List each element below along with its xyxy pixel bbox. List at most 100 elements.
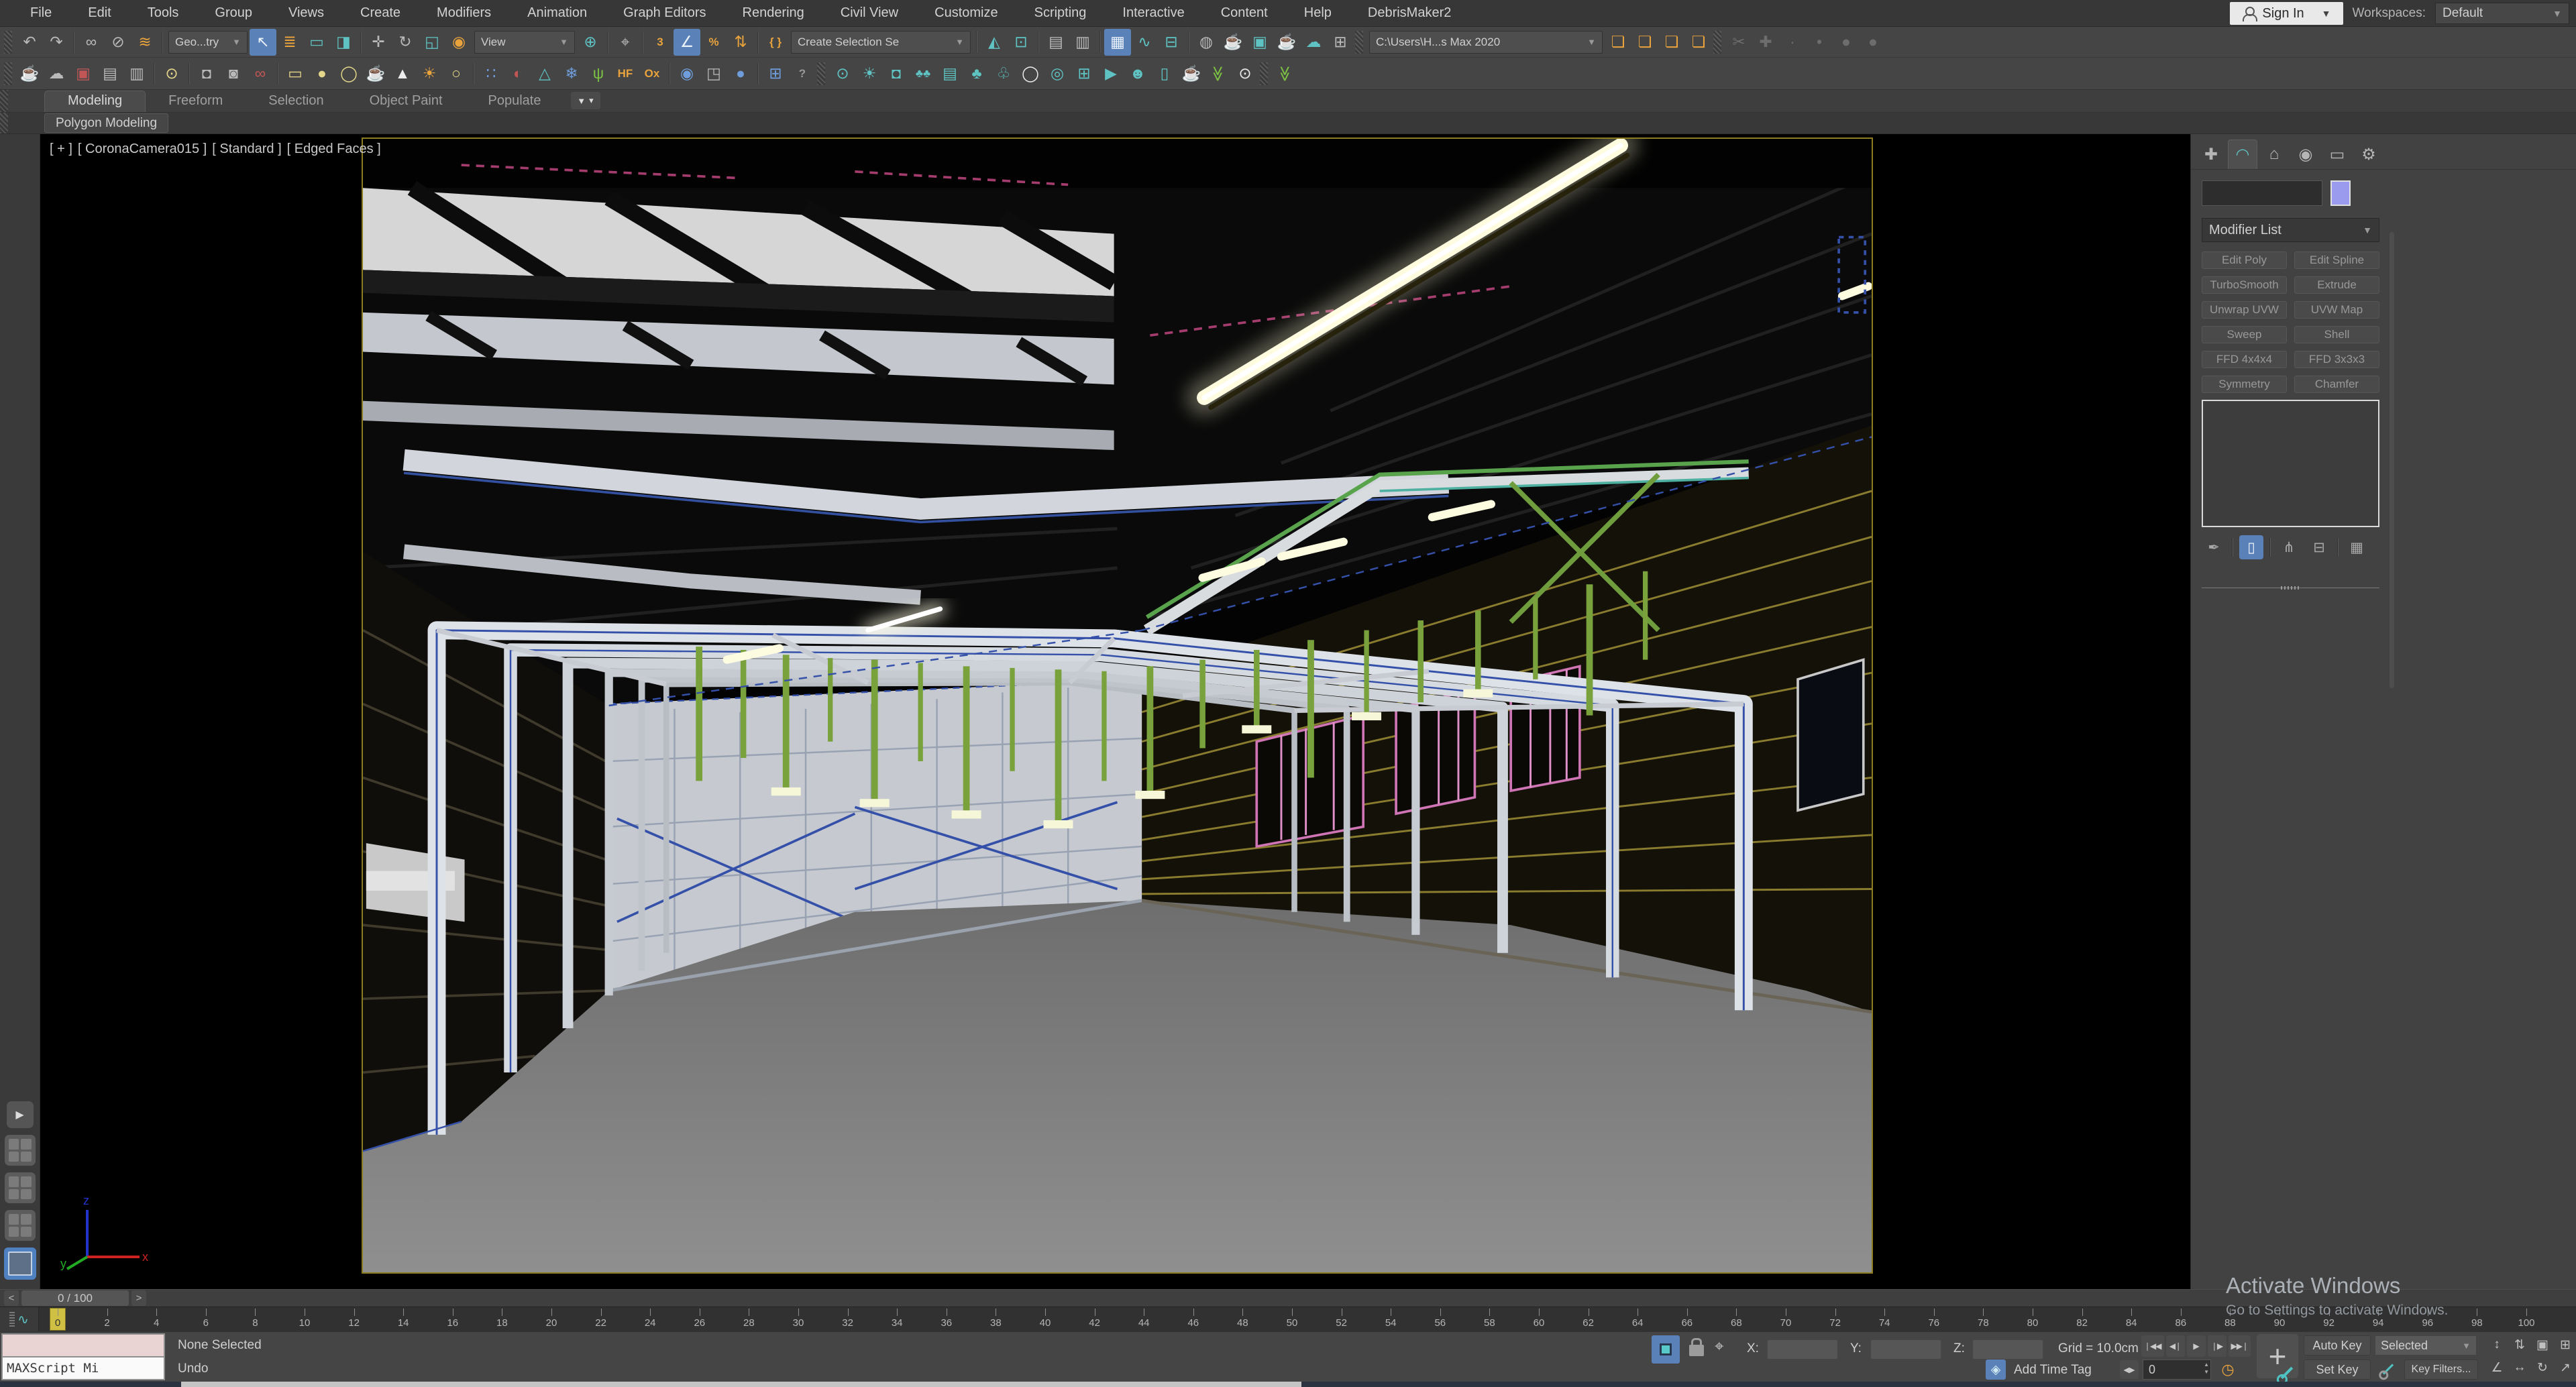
new-key-default-in-tangent-icon[interactable]	[2375, 1360, 2398, 1379]
tab-utilities[interactable]: ⚙	[2354, 140, 2383, 169]
current-frame-field[interactable]: 0 ▲ ▼	[2143, 1360, 2211, 1380]
play-button[interactable]: ▶	[2186, 1335, 2206, 1357]
modifier-button-extrude[interactable]: Extrude	[2294, 276, 2379, 294]
viewport-scene[interactable]	[363, 139, 1872, 1272]
render-setup-icon[interactable]: ☕	[1220, 29, 1246, 56]
select-and-place-icon[interactable]: ◉	[445, 29, 472, 56]
show-end-result-icon[interactable]: ▯	[2239, 535, 2263, 559]
menu-modifiers[interactable]: Modifiers	[419, 0, 509, 26]
toggle-scene-explorer-icon[interactable]: ▤	[1042, 29, 1069, 56]
select-by-name-icon[interactable]: ≣	[276, 29, 303, 56]
select-and-rotate-icon[interactable]: ↻	[392, 29, 419, 56]
zoom-all-icon[interactable]: ⇅	[2509, 1334, 2530, 1355]
expand-layout-tabs-button[interactable]: ▶	[6, 1101, 34, 1128]
toggle-ribbon-icon[interactable]: ▦	[1104, 28, 1131, 56]
align-icon[interactable]: ⊡	[1008, 29, 1034, 56]
people-add-icon[interactable]: ☻	[1124, 60, 1151, 87]
edit-named-selection-sets-icon[interactable]: { }	[762, 29, 789, 56]
time-slider-next-button[interactable]: >	[131, 1290, 146, 1306]
corona-sun-icon[interactable]: ☀	[416, 60, 443, 87]
toolbar-dock-handle[interactable]	[1355, 30, 1363, 54]
isolate-selection-toggle[interactable]	[1652, 1335, 1680, 1364]
next-frame-button[interactable]: ❘▶	[2207, 1335, 2226, 1357]
select-and-manipulate-icon[interactable]: ⌖	[612, 29, 639, 56]
toggle-layer-explorer-icon[interactable]: ▥	[1069, 29, 1096, 56]
ribbon-overflow-button[interactable]: ▼ ▾	[570, 92, 600, 109]
corona-rect-light-icon[interactable]: ▭	[282, 60, 309, 87]
key-mode-toggle[interactable]: ◀▶	[2120, 1360, 2139, 1379]
corona-displace-icon[interactable]: △	[531, 60, 558, 87]
material-picker-icon[interactable]: ◳	[700, 60, 727, 87]
add-time-tag-label[interactable]: Add Time Tag	[2014, 1363, 2092, 1378]
brush-size-3-icon[interactable]: ●	[1833, 29, 1860, 56]
layout-2x2-preset-3[interactable]	[4, 1210, 36, 1241]
time-configuration-icon[interactable]: ◷	[2216, 1360, 2239, 1380]
sign-in-button[interactable]: Sign In ▼	[2230, 2, 2343, 25]
modifier-button-ffd-3x3x3[interactable]: FFD 3x3x3	[2294, 351, 2379, 368]
time-slider-prev-button[interactable]: <	[4, 1290, 19, 1306]
corona-dialog-a-icon[interactable]: ▤	[97, 60, 123, 87]
object-color-swatch[interactable]	[2330, 180, 2351, 206]
render-in-cloud-icon[interactable]: ☁	[1300, 29, 1327, 56]
selection-set-dropdown[interactable]: Selected ▼	[2375, 1335, 2477, 1355]
panel-phone-icon[interactable]: ▯	[1151, 60, 1178, 87]
polygon-modeling-panel-button[interactable]: Polygon Modeling	[44, 113, 169, 133]
zoom-extents-all-icon[interactable]: ⊞	[2555, 1334, 2576, 1355]
corona-camera-mod-icon[interactable]: ◙	[220, 60, 247, 87]
modifier-button-edit-poly[interactable]: Edit Poly	[2202, 252, 2287, 269]
bottom-scrollbar[interactable]	[181, 1382, 1301, 1387]
corona-converter-icon[interactable]: ◐	[504, 60, 531, 87]
remove-modifier-icon[interactable]: ⊟	[2307, 535, 2331, 559]
render-production-icon[interactable]: ☕	[1273, 29, 1300, 56]
menu-tools[interactable]: Tools	[129, 0, 197, 26]
corona-vfb-icon[interactable]: ▣	[70, 60, 97, 87]
modifier-button-edit-spline[interactable]: Edit Spline	[2294, 252, 2379, 269]
menu-content[interactable]: Content	[1203, 0, 1286, 26]
select-and-scale-icon[interactable]: ◱	[419, 29, 445, 56]
rendered-frame-window-icon[interactable]: ▣	[1246, 29, 1273, 56]
tab-motion[interactable]: ◉	[2291, 140, 2320, 169]
hair-fur-icon[interactable]: HF	[612, 60, 639, 87]
schematic-view-icon[interactable]: ⊟	[1158, 29, 1185, 56]
modifier-button-chamfer[interactable]: Chamfer	[2294, 376, 2379, 393]
tab-hierarchy[interactable]: ⌂	[2259, 140, 2289, 169]
mirror-icon[interactable]: ◭	[981, 29, 1008, 56]
corona-mesh-light-icon[interactable]: ☕	[362, 60, 389, 87]
modifier-button-unwrap-uvw[interactable]: Unwrap UVW	[2202, 301, 2287, 319]
menu-edit[interactable]: Edit	[70, 0, 129, 26]
corona-dialog-b-icon[interactable]: ▥	[123, 60, 150, 87]
layout-2x2-preset-2[interactable]	[4, 1172, 36, 1203]
corona-stereo-camera-icon[interactable]: ∞	[247, 60, 274, 87]
zoom-icon[interactable]: ↕	[2486, 1334, 2508, 1355]
go-to-start-button[interactable]: ❘◀◀	[2141, 1335, 2164, 1357]
key-filters-button[interactable]: Key Filters...	[2404, 1360, 2478, 1380]
bind-to-space-warp-icon[interactable]: ≋	[131, 29, 158, 56]
object-name-field[interactable]	[2202, 180, 2322, 206]
scene-script-gear-icon[interactable]: ❏	[1605, 29, 1631, 56]
brush-size-2-icon[interactable]: •	[1806, 29, 1833, 56]
maximize-viewport-icon[interactable]: ↗	[2555, 1357, 2576, 1378]
scene-script-tree-icon[interactable]: ❏	[1685, 29, 1712, 56]
menu-scripting[interactable]: Scripting	[1016, 0, 1105, 26]
toolbar-dock-handle[interactable]	[4, 30, 12, 54]
modifier-button-turbosmooth[interactable]: TurboSmooth	[2202, 276, 2287, 294]
spinner-snap-toggle-icon[interactable]: ⇅	[727, 29, 754, 56]
previous-frame-button[interactable]: ◀❘	[2165, 1335, 2185, 1357]
toolbar-dock-handle[interactable]	[1260, 62, 1268, 85]
layout-2x2-preset-1[interactable]	[4, 1135, 36, 1166]
corona-proxy-icon[interactable]: ❄	[558, 60, 585, 87]
selection-filter-dropdown[interactable]: Geo...try ▼	[168, 30, 248, 54]
unlink-selection-icon[interactable]: ⊘	[105, 29, 131, 56]
select-and-move-icon[interactable]: ✛	[365, 29, 392, 56]
light-lister-icon[interactable]: ⊞	[762, 60, 789, 87]
viewport[interactable]: [ + ] [ CoronaCamera015 ] [ Standard ] [ Ed…	[40, 134, 2190, 1289]
corona-interactive-bulb-icon[interactable]: ⊙	[158, 60, 185, 87]
railclone-ring-icon[interactable]: ◯	[1017, 60, 1044, 87]
named-selection-sets-dropdown[interactable]: Create Selection Se ▼	[791, 30, 971, 54]
rectangular-selection-region-icon[interactable]: ▭	[303, 29, 330, 56]
player-panel-icon[interactable]: ▶	[1097, 60, 1124, 87]
disabled-add-icon[interactable]: ✚	[1752, 29, 1779, 56]
scene-script-nodes-icon[interactable]: ❏	[1658, 29, 1685, 56]
material-override-icon[interactable]: ●	[727, 60, 754, 87]
forest-library-icon[interactable]: ▤	[936, 60, 963, 87]
